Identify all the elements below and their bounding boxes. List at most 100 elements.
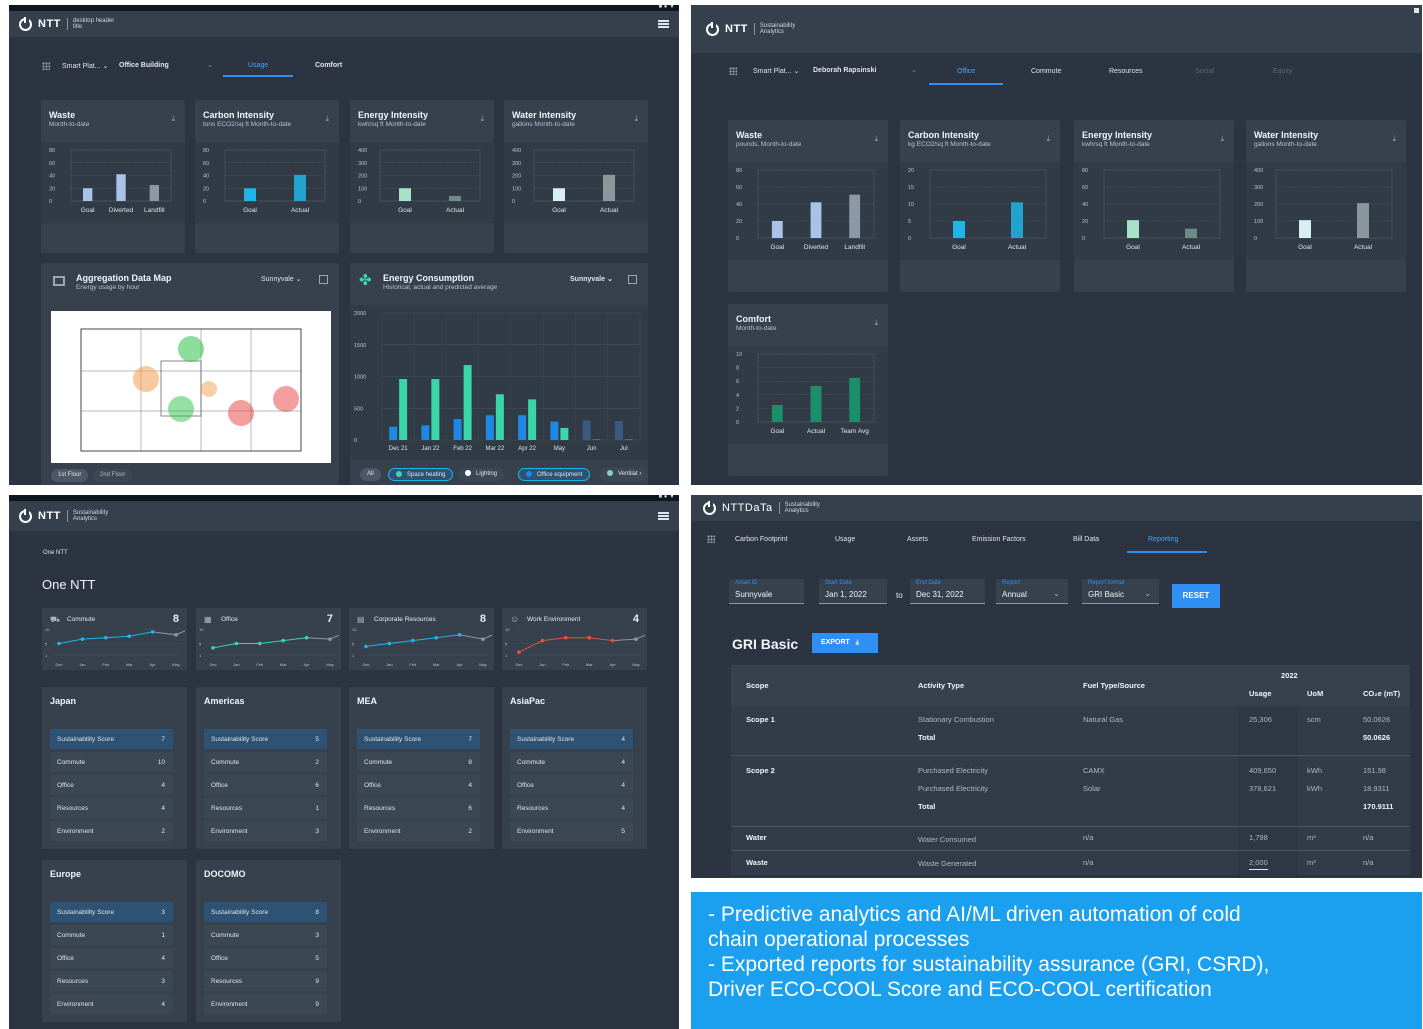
table-row-scope-2[interactable]: Scope 2 Purchased Electricity CAMX 409,6… xyxy=(731,757,1410,827)
bar-office-equipment[interactable] xyxy=(518,415,527,440)
region-metric-row[interactable]: Environment 3 xyxy=(204,821,327,841)
data-point[interactable] xyxy=(57,641,61,646)
end-date-field[interactable]: End Date Dec 31, 2022 xyxy=(910,579,985,604)
asset-id-field[interactable]: Asset ID Sunnyvale xyxy=(729,579,804,604)
bar-actual[interactable] xyxy=(810,385,822,422)
bar-goal[interactable] xyxy=(953,221,965,238)
tab-assets[interactable]: Assets xyxy=(907,536,928,543)
download-icon[interactable]: ⤓ xyxy=(1220,134,1224,144)
data-point[interactable] xyxy=(517,650,521,654)
region-metric-row[interactable]: Commute 8 xyxy=(357,752,480,772)
bar-office-equipment[interactable] xyxy=(485,415,494,440)
bar-goal[interactable] xyxy=(1127,220,1139,238)
download-icon[interactable]: ⤓ xyxy=(874,318,878,328)
bar-diverted[interactable] xyxy=(116,174,126,201)
region-metric-row[interactable]: Office 4 xyxy=(50,775,173,795)
app-grid-icon[interactable] xyxy=(707,535,715,543)
table-row-waste[interactable]: Waste Waste Generated n/a 2,000 m³ n/a xyxy=(731,852,1410,875)
bar-goal[interactable] xyxy=(771,405,783,422)
bar-space-heating[interactable] xyxy=(560,427,569,440)
data-point[interactable] xyxy=(481,637,485,641)
filter-chip-space-heating[interactable]: Space heating xyxy=(388,468,454,481)
data-point[interactable] xyxy=(328,637,332,641)
start-date-field[interactable]: Start Date Jan 1, 2022 xyxy=(819,579,887,604)
bar-actual[interactable] xyxy=(1011,202,1023,238)
window-control-icon[interactable] xyxy=(1414,8,1419,13)
data-point[interactable] xyxy=(80,637,85,641)
tab-commute[interactable]: Commute xyxy=(1031,68,1061,75)
region-metric-row[interactable]: Commute 2 xyxy=(204,752,327,772)
region-metric-row[interactable]: Sustainability Score 5 xyxy=(204,729,327,749)
data-point[interactable] xyxy=(281,638,285,643)
region-metric-row[interactable]: Commute 3 xyxy=(204,925,327,945)
table-row-water[interactable]: Water Water Consumed n/a 1,798 m³ n/a xyxy=(731,828,1410,851)
data-point[interactable] xyxy=(127,634,131,639)
building-selector[interactable]: Office Building xyxy=(119,62,169,69)
export-button[interactable]: EXPORT ⤓ xyxy=(812,633,878,653)
tab-social[interactable]: Social xyxy=(1195,68,1214,75)
region-metric-row[interactable]: Office 4 xyxy=(357,775,480,795)
region-metric-row[interactable]: Sustainability Score 3 xyxy=(50,902,173,922)
data-point[interactable] xyxy=(411,638,415,643)
download-icon[interactable]: ⤓ xyxy=(480,114,484,124)
region-metric-row[interactable]: Resources 6 xyxy=(357,798,480,818)
filter-chip-lighting[interactable]: Lighting xyxy=(458,468,505,481)
filter-chip-all[interactable]: All xyxy=(360,468,381,481)
reset-button[interactable]: RESET xyxy=(1172,584,1220,608)
bar-goal[interactable] xyxy=(771,221,783,238)
menu-icon[interactable] xyxy=(658,512,669,520)
menu-icon[interactable] xyxy=(658,20,669,28)
data-point[interactable] xyxy=(364,644,368,649)
data-point[interactable] xyxy=(211,646,215,650)
region-metric-row[interactable]: Resources 3 xyxy=(50,971,173,991)
bar-goal[interactable] xyxy=(244,188,256,201)
region-metric-row[interactable]: Office 6 xyxy=(204,775,327,795)
kpi-work-environment[interactable]: ☺ Work Environment 4 1 5 10 Dec Jan Feb Mar Apr… xyxy=(502,608,647,670)
data-point[interactable] xyxy=(564,635,568,640)
tab-usage[interactable]: Usage xyxy=(835,536,855,543)
bar-landfill[interactable] xyxy=(149,185,159,201)
calendar-icon[interactable] xyxy=(319,275,328,284)
bar-space-heating-predicted[interactable] xyxy=(592,439,601,440)
tab-bill-data[interactable]: Bill Data xyxy=(1073,536,1099,543)
table-row-scope-1[interactable]: Scope 1 Stationary Combustion Natural Ga… xyxy=(731,706,1410,756)
download-icon[interactable]: ⤓ xyxy=(1392,134,1396,144)
floor-plan-map[interactable] xyxy=(51,311,331,463)
data-point[interactable] xyxy=(457,633,462,637)
bar-goal[interactable] xyxy=(1299,220,1311,238)
bar-office-equipment[interactable] xyxy=(582,420,591,440)
region-metric-row[interactable]: Environment 4 xyxy=(50,994,173,1014)
tab-usage[interactable]: Usage xyxy=(248,62,268,69)
download-icon[interactable]: ⤓ xyxy=(171,114,175,124)
data-point[interactable] xyxy=(587,635,591,640)
bar-goal[interactable] xyxy=(83,188,93,201)
data-point[interactable] xyxy=(610,638,615,643)
data-point[interactable] xyxy=(434,635,438,640)
download-icon[interactable]: ⤓ xyxy=(1046,134,1050,144)
bar-space-heating[interactable] xyxy=(528,399,537,440)
download-icon[interactable]: ⤓ xyxy=(325,114,329,124)
location-selector[interactable]: Sunnyvale ⌄ xyxy=(570,275,613,283)
app-grid-icon[interactable] xyxy=(729,67,737,75)
window-controls[interactable]: ■ ● ▼ xyxy=(658,495,675,500)
report-format-select[interactable]: Report format GRI Basic ⌄ xyxy=(1082,579,1159,604)
region-metric-row[interactable]: Environment 2 xyxy=(50,821,173,841)
data-point[interactable] xyxy=(104,635,108,640)
region-metric-row[interactable]: Commute 4 xyxy=(510,752,633,772)
bar-actual[interactable] xyxy=(449,195,461,201)
bar-space-heating-predicted[interactable] xyxy=(624,439,633,440)
bar-space-heating[interactable] xyxy=(399,379,408,440)
kpi-corporate-resources[interactable]: ▤ Corporate Resources 8 1 5 10 Dec Jan Feb Mar… xyxy=(349,608,494,670)
region-metric-row[interactable]: Sustainability Score 7 xyxy=(357,729,480,749)
region-metric-row[interactable]: Office 4 xyxy=(50,948,173,968)
data-point[interactable] xyxy=(387,641,392,646)
filter-chip-ventilation[interactable]: Ventilat › xyxy=(600,468,649,481)
region-metric-row[interactable]: Environment 5 xyxy=(510,821,633,841)
bar-office-equipment[interactable] xyxy=(614,420,623,440)
tab-comfort[interactable]: Comfort xyxy=(315,62,342,69)
data-point[interactable] xyxy=(634,637,638,641)
region-metric-row[interactable]: Commute 1 xyxy=(50,925,173,945)
bar-space-heating[interactable] xyxy=(463,365,472,440)
bar-landfill[interactable] xyxy=(849,194,861,238)
bar-space-heating[interactable] xyxy=(495,394,504,440)
